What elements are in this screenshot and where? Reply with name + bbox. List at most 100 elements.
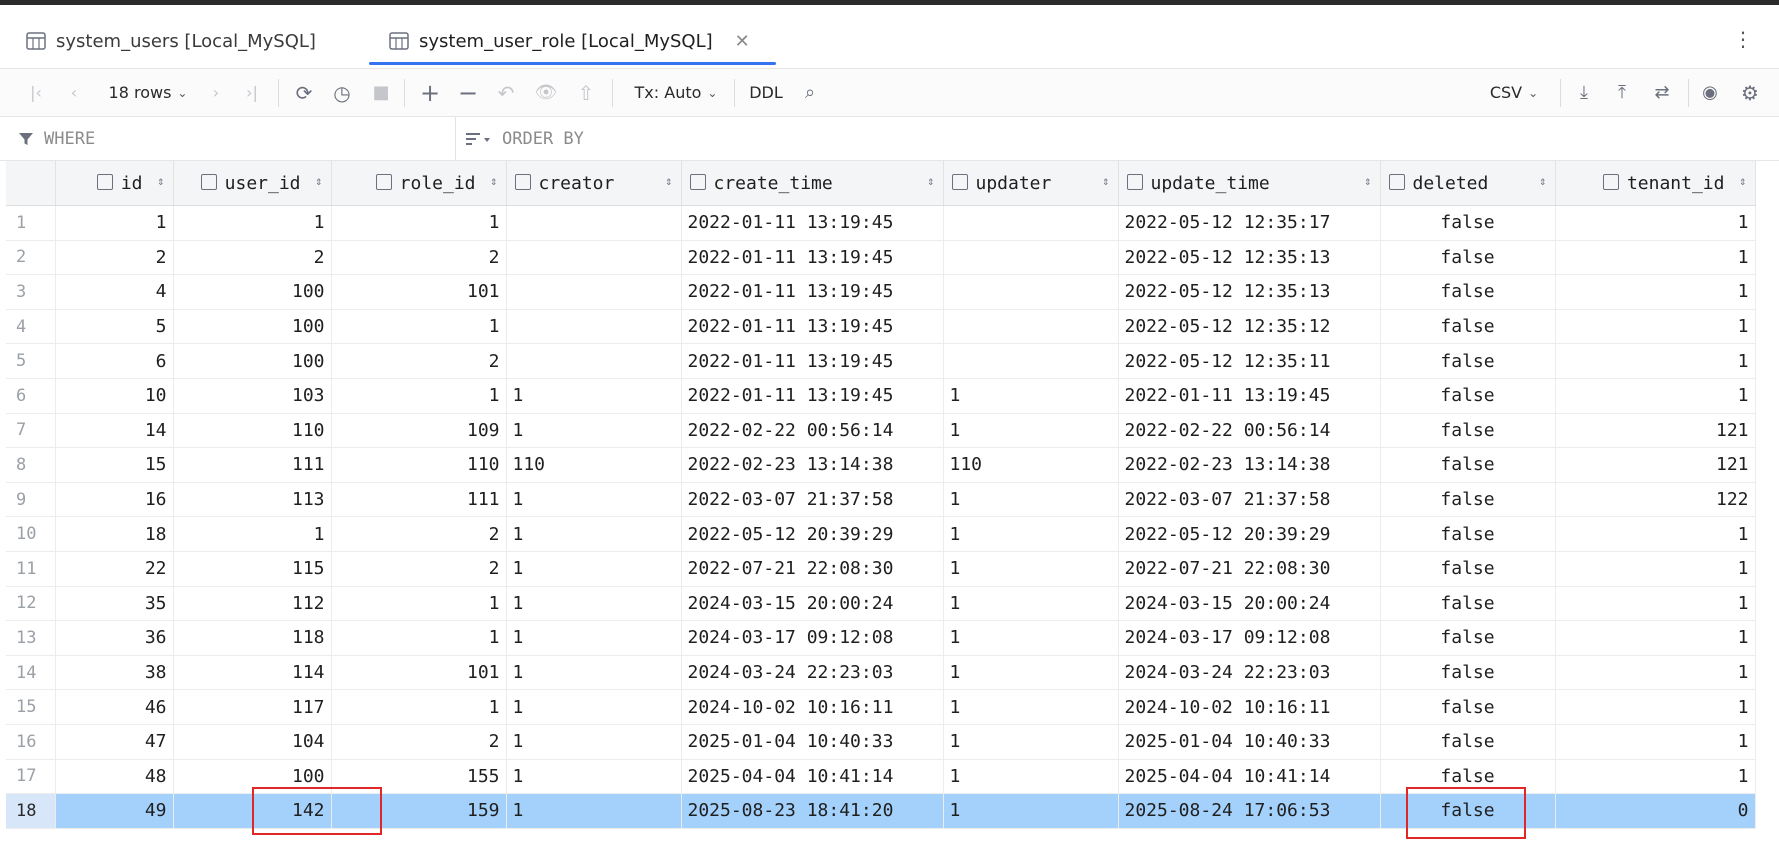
cell-update-time[interactable]: 2022-01-11 13:19:45 — [1118, 378, 1381, 414]
cell-deleted[interactable]: false — [1380, 516, 1556, 552]
cell-deleted[interactable]: false — [1380, 240, 1556, 276]
cell-update-time[interactable]: 2025-01-04 10:40:33 — [1118, 724, 1381, 760]
cell-tenant-id[interactable]: 1 — [1555, 378, 1756, 414]
cell-create-time[interactable]: 2022-03-07 21:37:58 — [681, 482, 944, 518]
row-number[interactable]: 9 — [6, 482, 56, 518]
cell-creator[interactable] — [506, 343, 682, 379]
column-header-user-id[interactable]: user_id ⇕ — [173, 161, 332, 206]
table-row[interactable]: 1 1 1 1 2022-01-11 13:19:45 2022-05-12 12:35:… — [6, 205, 1756, 241]
cell-id[interactable]: 46 — [55, 689, 174, 725]
table-row[interactable]: 16 47 104 2 1 2025-01-04 10:40:33 1 2025-01-04 … — [6, 724, 1756, 760]
ddl-button[interactable]: DDL — [746, 69, 786, 116]
cell-update-time[interactable]: 2024-03-24 22:23:03 — [1118, 655, 1381, 691]
cell-create-time[interactable]: 2022-02-23 13:14:38 — [681, 447, 944, 483]
cell-create-time[interactable]: 2022-01-11 13:19:45 — [681, 240, 944, 276]
cell-deleted[interactable]: false — [1380, 689, 1556, 725]
stop-icon[interactable]: ■ — [368, 69, 394, 116]
cell-deleted[interactable]: false — [1380, 620, 1556, 656]
cell-update-time[interactable]: 2022-05-12 12:35:13 — [1118, 274, 1381, 310]
cell-deleted[interactable]: false — [1380, 586, 1556, 622]
column-header-updater[interactable]: updater ⇕ — [943, 161, 1119, 206]
refresh-icon[interactable]: ⟳ — [290, 69, 318, 116]
cell-tenant-id[interactable]: 1 — [1555, 274, 1756, 310]
cell-create-time[interactable]: 2022-01-11 13:19:45 — [681, 378, 944, 414]
cell-role-id[interactable]: 2 — [331, 724, 507, 760]
table-row[interactable]: 9 16 113 111 1 2022-03-07 21:37:58 1 2022-03-07… — [6, 482, 1756, 518]
row-number[interactable]: 11 — [6, 551, 56, 587]
table-row[interactable]: 8 15 111 110 110 2022-02-23 13:14:38 110 2022-0… — [6, 447, 1756, 483]
cell-deleted[interactable]: false — [1380, 551, 1556, 587]
cell-tenant-id[interactable]: 121 — [1555, 447, 1756, 483]
cell-deleted[interactable]: false — [1380, 447, 1556, 483]
search-icon[interactable]: ⌕ — [796, 69, 824, 116]
cell-role-id[interactable]: 1 — [331, 309, 507, 345]
cell-user-id[interactable]: 118 — [173, 620, 332, 656]
cell-update-time[interactable]: 2022-05-12 12:35:13 — [1118, 240, 1381, 276]
sort-toggle-icon[interactable]: ⇕ — [1364, 174, 1371, 188]
cell-tenant-id[interactable]: 1 — [1555, 551, 1756, 587]
previous-page-icon[interactable]: ‹ — [62, 69, 86, 116]
cell-tenant-id[interactable]: 1 — [1555, 689, 1756, 725]
cell-create-time[interactable]: 2024-03-15 20:00:24 — [681, 586, 944, 622]
cell-update-time[interactable]: 2022-05-12 12:35:12 — [1118, 309, 1381, 345]
cell-role-id[interactable]: 2 — [331, 343, 507, 379]
cell-create-time[interactable]: 2024-03-24 22:23:03 — [681, 655, 944, 691]
cell-update-time[interactable]: 2022-02-23 13:14:38 — [1118, 447, 1381, 483]
row-number[interactable]: 12 — [6, 586, 56, 622]
sort-toggle-icon[interactable]: ⇕ — [927, 174, 934, 188]
cell-create-time[interactable]: 2022-01-11 13:19:45 — [681, 309, 944, 345]
cell-deleted[interactable]: false — [1380, 205, 1556, 241]
cell-create-time[interactable]: 2022-01-11 13:19:45 — [681, 205, 944, 241]
close-tab-icon[interactable]: ✕ — [735, 31, 750, 52]
cell-create-time[interactable]: 2025-08-23 18:41:20 — [681, 793, 944, 829]
revert-icon[interactable]: ↶ — [492, 69, 520, 116]
cell-user-id[interactable]: 100 — [173, 274, 332, 310]
table-row[interactable]: 12 35 112 1 1 2024-03-15 20:00:24 1 2024-03-15 … — [6, 586, 1756, 622]
more-options-icon[interactable]: ⋮ — [1733, 29, 1753, 49]
cell-role-id[interactable]: 2 — [331, 551, 507, 587]
cell-create-time[interactable]: 2022-01-11 13:19:45 — [681, 274, 944, 310]
cell-user-id[interactable]: 1 — [173, 205, 332, 241]
cell-id[interactable]: 16 — [55, 482, 174, 518]
cell-create-time[interactable]: 2022-07-21 22:08:30 — [681, 551, 944, 587]
cell-creator[interactable]: 1 — [506, 655, 682, 691]
cell-user-id[interactable]: 103 — [173, 378, 332, 414]
cell-updater[interactable]: 1 — [943, 759, 1119, 795]
table-row[interactable]: 13 36 118 1 1 2024-03-17 09:12:08 1 2024-03-17 … — [6, 620, 1756, 656]
cell-deleted[interactable]: false — [1380, 724, 1556, 760]
column-header-role-id[interactable]: role_id ⇕ — [331, 161, 507, 206]
cell-create-time[interactable]: 2025-04-04 10:41:14 — [681, 759, 944, 795]
cell-id[interactable]: 4 — [55, 274, 174, 310]
cell-updater[interactable]: 1 — [943, 724, 1119, 760]
column-header-id[interactable]: id ⇕ — [55, 161, 174, 206]
cell-user-id[interactable]: 2 — [173, 240, 332, 276]
cell-updater[interactable]: 1 — [943, 413, 1119, 449]
cell-tenant-id[interactable]: 0 — [1555, 793, 1756, 829]
column-header-creator[interactable]: creator ⇕ — [506, 161, 682, 206]
cell-updater[interactable] — [943, 240, 1119, 276]
row-number[interactable]: 1 — [6, 205, 56, 241]
cell-user-id[interactable]: 1 — [173, 516, 332, 552]
cell-creator[interactable]: 1 — [506, 620, 682, 656]
cell-update-time[interactable]: 2022-03-07 21:37:58 — [1118, 482, 1381, 518]
compare-icon[interactable]: ⇄ — [1648, 69, 1676, 116]
view-options-eye-icon[interactable]: ◉ — [1696, 69, 1724, 116]
cell-update-time[interactable]: 2025-04-04 10:41:14 — [1118, 759, 1381, 795]
cell-update-time[interactable]: 2025-08-24 17:06:53 — [1118, 793, 1381, 829]
cell-creator[interactable]: 110 — [506, 447, 682, 483]
cell-updater[interactable]: 1 — [943, 655, 1119, 691]
cell-creator[interactable]: 1 — [506, 482, 682, 518]
row-number[interactable]: 10 — [6, 516, 56, 552]
cell-update-time[interactable]: 2022-05-12 20:39:29 — [1118, 516, 1381, 552]
cell-creator[interactable]: 1 — [506, 586, 682, 622]
cell-update-time[interactable]: 2024-03-17 09:12:08 — [1118, 620, 1381, 656]
cell-role-id[interactable]: 111 — [331, 482, 507, 518]
upload-icon[interactable]: ⤒ — [1608, 69, 1636, 116]
last-page-icon[interactable]: ›| — [240, 69, 264, 116]
cell-tenant-id[interactable]: 1 — [1555, 309, 1756, 345]
cell-role-id[interactable]: 101 — [331, 274, 507, 310]
cell-updater[interactable]: 1 — [943, 689, 1119, 725]
cell-user-id[interactable]: 113 — [173, 482, 332, 518]
cell-tenant-id[interactable]: 122 — [1555, 482, 1756, 518]
cell-id[interactable]: 6 — [55, 343, 174, 379]
